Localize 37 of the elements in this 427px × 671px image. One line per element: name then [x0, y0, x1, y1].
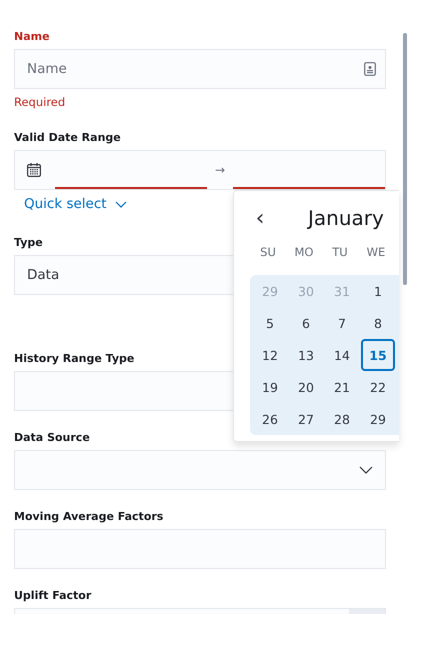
field-label: Valid Date Range [14, 131, 121, 144]
field-label: Moving Average Factors [14, 510, 164, 523]
data-source-select[interactable] [14, 450, 386, 490]
name-field[interactable]: Name [14, 49, 386, 89]
month-title: January [308, 206, 384, 230]
calendar-day[interactable]: 27 [289, 403, 323, 435]
arrow-icon: → [207, 163, 233, 177]
calendar-day[interactable]: 28 [325, 403, 359, 435]
calendar-day[interactable]: 5 [253, 307, 287, 339]
calendar-day[interactable]: 19 [253, 371, 287, 403]
date-range-field[interactable]: → [14, 150, 386, 190]
field-label: Data Source [14, 431, 90, 444]
contact-card-icon [364, 62, 376, 76]
calendar-day[interactable]: 29 [361, 403, 395, 435]
field-label: Name [14, 30, 50, 43]
moving-average-factors-field[interactable] [14, 529, 386, 569]
calendar-day[interactable]: 22 [361, 371, 395, 403]
calendar-day[interactable]: 13 [289, 339, 323, 371]
calendar-day[interactable]: 7 [325, 307, 359, 339]
chevron-down-icon [114, 200, 127, 208]
calendar-icon [27, 163, 41, 177]
previous-month-button[interactable]: ‹ [250, 206, 270, 230]
field-label: Type [14, 236, 43, 249]
calendar-day[interactable]: 8 [361, 307, 395, 339]
field-label: Uplift Factor [14, 589, 92, 602]
calendar-day[interactable]: 20 [289, 371, 323, 403]
quick-select-button[interactable]: Quick select [14, 196, 127, 212]
calendar-day[interactable]: 21 [325, 371, 359, 403]
chevron-down-icon [359, 466, 373, 474]
scrollbar[interactable] [403, 33, 407, 285]
calendar-day[interactable]: 26 [253, 403, 287, 435]
calendar-day[interactable]: 12 [253, 339, 287, 371]
calendar-day[interactable]: 14 [325, 339, 359, 371]
calendar-day[interactable]: 6 [289, 307, 323, 339]
calendar-day[interactable]: 15 [361, 339, 395, 371]
field-label: History Range Type [14, 352, 134, 365]
error-message: Required [14, 95, 66, 109]
